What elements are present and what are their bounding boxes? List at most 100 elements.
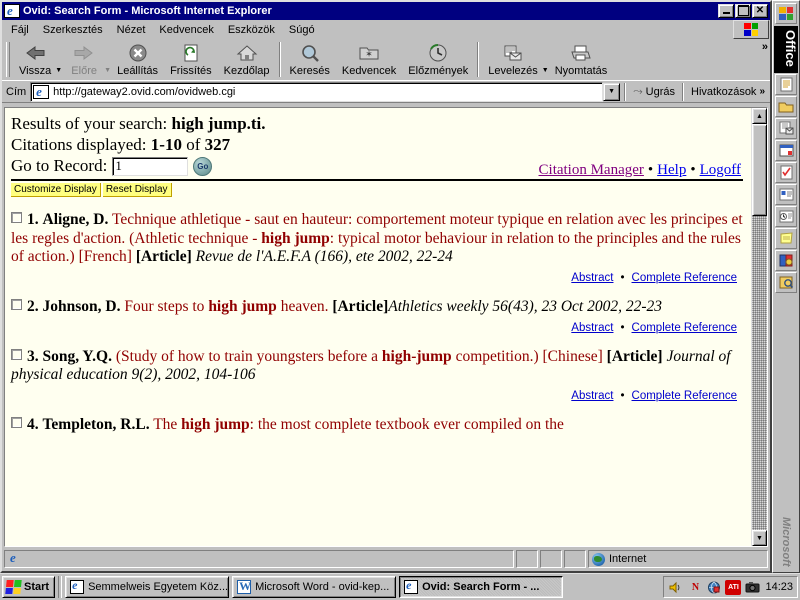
address-bar: Cím http://gateway2.ovid.com/ovidweb.cgi… bbox=[2, 81, 770, 103]
mail-dropdown-arrow-icon[interactable]: ▼ bbox=[542, 67, 549, 74]
network-icon[interactable] bbox=[706, 580, 722, 595]
citation-item: 4. Templeton, R.L. The high jump: the mo… bbox=[11, 416, 743, 434]
menu-item-tools[interactable]: Eszközök bbox=[221, 22, 282, 38]
citation-checkbox[interactable] bbox=[11, 348, 22, 360]
new-contact-icon[interactable] bbox=[775, 183, 797, 205]
favorites-button[interactable]: ✶ Kedvencek bbox=[335, 39, 403, 80]
help-link[interactable]: Help bbox=[657, 162, 686, 178]
citation-manager-link[interactable]: Citation Manager bbox=[539, 162, 644, 178]
citation-source: Athletics weekly 56(43), 23 Oct 2002, 22… bbox=[388, 297, 663, 315]
stop-button[interactable]: Leállítás bbox=[111, 39, 165, 80]
new-task-icon[interactable] bbox=[775, 161, 797, 183]
forward-button[interactable]: Előre bbox=[62, 39, 107, 80]
toolbar-grip[interactable] bbox=[6, 42, 10, 77]
scroll-down-button[interactable]: ▼ bbox=[752, 530, 767, 546]
menu-item-file[interactable]: Fájl bbox=[4, 22, 36, 38]
citation-checkbox[interactable] bbox=[11, 417, 22, 429]
new-note-icon[interactable] bbox=[775, 227, 797, 249]
print-button[interactable]: Nyomtatás bbox=[548, 39, 614, 80]
citations-range: 1-10 bbox=[150, 134, 182, 154]
citation-title[interactable]: The high jump: the most complete textboo… bbox=[153, 416, 564, 433]
address-dropdown-button[interactable]: ▼ bbox=[603, 82, 621, 101]
history-button[interactable]: Előzmények bbox=[402, 39, 475, 80]
internet-zone-globe-icon bbox=[592, 552, 605, 566]
abstract-link[interactable]: Abstract bbox=[571, 272, 613, 284]
page-scrollbar[interactable]: ▲ ▼ bbox=[751, 108, 767, 546]
back-arrow-icon bbox=[23, 42, 47, 64]
reset-display-button[interactable]: Reset Display bbox=[102, 183, 172, 198]
citation-title[interactable]: Four steps to high jump heaven. bbox=[124, 298, 328, 315]
close-button[interactable] bbox=[752, 4, 768, 18]
mail-button[interactable]: Levelezés bbox=[482, 39, 544, 80]
citation-title[interactable]: (Study of how to train youngsters before… bbox=[116, 348, 539, 365]
abstract-link[interactable]: Abstract bbox=[571, 322, 613, 334]
menu-item-help[interactable]: Súgó bbox=[282, 22, 322, 38]
citation-links: Abstract • Complete Reference bbox=[11, 322, 743, 334]
logoff-link[interactable]: Logoff bbox=[700, 162, 741, 178]
ati-icon[interactable]: ATI bbox=[725, 579, 742, 595]
menu-item-edit[interactable]: Szerkesztés bbox=[36, 22, 110, 38]
refresh-button[interactable]: Frissítés bbox=[164, 39, 218, 80]
start-button[interactable]: Start bbox=[2, 576, 56, 598]
new-message-icon[interactable] bbox=[775, 117, 797, 139]
address-input[interactable]: http://gateway2.ovid.com/ovidweb.cgi bbox=[30, 81, 604, 102]
norton-icon[interactable]: N bbox=[687, 580, 703, 595]
citation-language: [Chinese] bbox=[542, 347, 603, 365]
taskbar-item-label: Semmelweis Egyetem Köz... bbox=[88, 581, 229, 593]
taskbar-item-ovid[interactable]: Ovid: Search Form - ... bbox=[399, 576, 564, 598]
links-separator bbox=[682, 82, 685, 101]
citation-title-post: heaven. bbox=[276, 297, 329, 315]
abstract-link[interactable]: Abstract bbox=[571, 390, 613, 402]
restore-button[interactable] bbox=[735, 4, 751, 18]
ie-logo-animation bbox=[733, 20, 769, 39]
toolbar-overflow-chevron-icon[interactable]: » bbox=[762, 41, 768, 53]
answer-wizard-icon[interactable] bbox=[775, 271, 797, 293]
search-label: Keresés bbox=[289, 64, 330, 77]
results-header: Results of your search: high jump.ti. bbox=[11, 114, 743, 135]
volume-icon[interactable] bbox=[668, 580, 684, 595]
citation-checkbox[interactable] bbox=[11, 212, 22, 224]
goto-record-input[interactable] bbox=[112, 156, 189, 176]
links-overflow-chevron-icon[interactable]: » bbox=[759, 86, 765, 97]
goto-record-go-button[interactable]: Go bbox=[193, 156, 213, 176]
scroll-up-button[interactable]: ▲ bbox=[752, 108, 767, 124]
office-logo-icon[interactable] bbox=[775, 3, 797, 24]
back-label: Vissza bbox=[19, 64, 52, 77]
new-document-icon[interactable] bbox=[775, 73, 797, 95]
browser-toolbar: Vissza ▼ Előre ▼ Leállítás Frissítés Kez… bbox=[2, 39, 770, 81]
windows-start-flag-icon bbox=[5, 580, 22, 594]
taskbar-item-word[interactable]: Microsoft Word - ovid-kep... bbox=[232, 576, 397, 598]
taskbar-item-semmelweis[interactable]: Semmelweis Egyetem Köz... bbox=[65, 576, 230, 598]
clock[interactable]: 14:23 bbox=[765, 581, 793, 593]
address-separator bbox=[624, 82, 627, 101]
open-document-icon[interactable] bbox=[775, 95, 797, 117]
search-icon bbox=[298, 42, 322, 64]
scrollbar-track[interactable] bbox=[752, 124, 767, 530]
citation-number: 2. bbox=[27, 297, 39, 315]
citation-checkbox[interactable] bbox=[11, 298, 22, 310]
back-button[interactable]: Vissza bbox=[13, 39, 58, 80]
complete-reference-link[interactable]: Complete Reference bbox=[632, 272, 737, 284]
citation-author: Johnson, D. bbox=[42, 297, 121, 315]
minimize-button[interactable] bbox=[718, 4, 734, 18]
complete-reference-link[interactable]: Complete Reference bbox=[632, 390, 737, 402]
complete-reference-link[interactable]: Complete Reference bbox=[632, 322, 737, 334]
go-arrow-icon: ⤳ bbox=[633, 84, 643, 98]
go-button[interactable]: ⤳ Ugrás bbox=[629, 84, 679, 99]
new-journal-icon[interactable] bbox=[775, 205, 797, 227]
forward-dropdown-arrow-icon[interactable]: ▼ bbox=[104, 67, 111, 74]
new-appointment-icon[interactable] bbox=[775, 139, 797, 161]
back-dropdown-arrow-icon[interactable]: ▼ bbox=[55, 67, 62, 74]
customize-display-button[interactable]: Customize Display bbox=[11, 183, 101, 198]
menu-item-favorites[interactable]: Kedvencek bbox=[152, 22, 220, 38]
search-button[interactable]: Keresés bbox=[283, 39, 336, 80]
camera-icon[interactable] bbox=[744, 580, 760, 595]
citation-item: 2. Johnson, D. Four steps to high jump h… bbox=[11, 298, 743, 316]
citations-label: Citations displayed: bbox=[11, 134, 147, 154]
links-button[interactable]: Hivatkozások » bbox=[687, 86, 769, 98]
home-button[interactable]: Kezdőlap bbox=[217, 39, 276, 80]
getting-results-book-icon[interactable] bbox=[775, 249, 797, 271]
scrollbar-thumb[interactable] bbox=[752, 124, 767, 216]
menu-item-view[interactable]: Nézet bbox=[110, 22, 153, 38]
results-query: high jump.ti. bbox=[171, 114, 266, 133]
